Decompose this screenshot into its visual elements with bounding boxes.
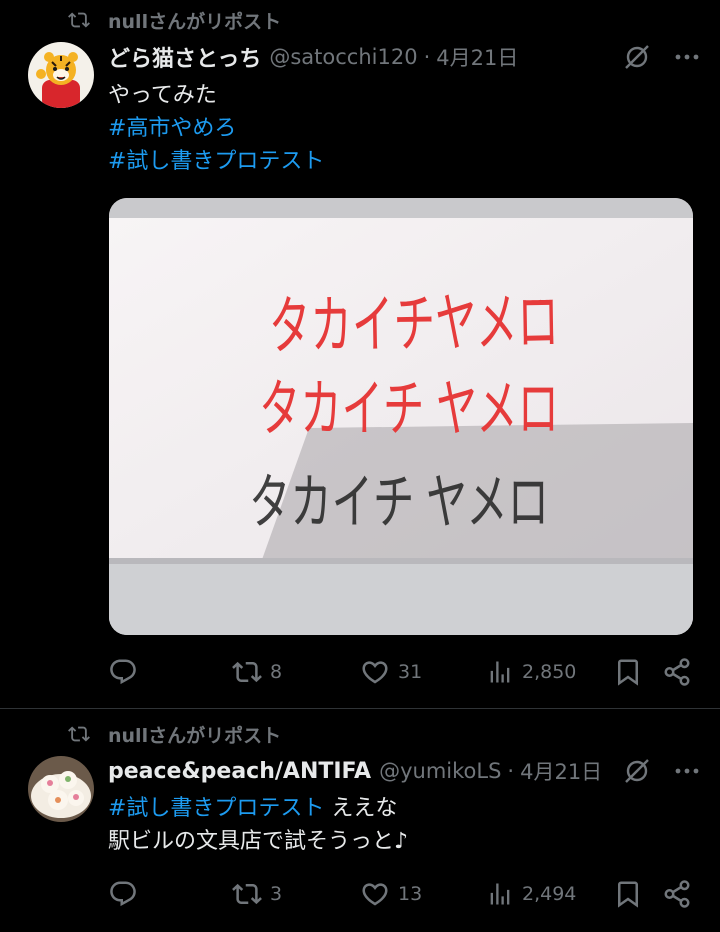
more-options-icon[interactable]	[674, 758, 700, 784]
repost-icon	[68, 12, 90, 28]
bookmark-button[interactable]	[613, 654, 643, 690]
grok-icon[interactable]	[622, 42, 652, 72]
handwriting-line-2: タカイチ ヤメロ	[259, 375, 559, 444]
reply-button[interactable]	[108, 876, 146, 912]
views-button[interactable]: 2,850	[486, 654, 576, 690]
reply-button[interactable]	[108, 654, 146, 690]
author-name[interactable]: どら猫さとっち	[108, 41, 261, 73]
post-2[interactable]: nullさんがリポスト peace&peach/ANTIFA @yumikoLS…	[0, 710, 720, 932]
author-handle[interactable]: @yumikoLS	[379, 759, 501, 783]
reply-icon	[110, 881, 136, 907]
repost-icon	[232, 661, 262, 683]
post-text: #試し書きプロテスト ええな 駅ビルの文具店で試そうっと♪	[108, 792, 408, 858]
post-header: peace&peach/ANTIFA @yumikoLS · 4月21日	[108, 756, 700, 786]
action-bar: 3 13 2,494	[108, 876, 696, 912]
heart-icon	[362, 661, 388, 684]
handwriting-line-1: タカイチヤメロ	[268, 285, 559, 362]
views-button[interactable]: 2,494	[486, 876, 576, 912]
avatar[interactable]	[28, 756, 94, 822]
share-button[interactable]	[662, 876, 692, 912]
post-date[interactable]: 4月21日	[436, 42, 518, 72]
separator: ·	[507, 759, 515, 783]
author-handle[interactable]: @satocchi120	[269, 45, 417, 69]
post-text-line: やってみた	[108, 83, 217, 108]
share-icon	[664, 880, 690, 908]
like-count: 31	[398, 661, 423, 683]
hashtag-link[interactable]: #試し書きプロテスト	[108, 796, 324, 821]
hashtag-link[interactable]: #高市やめろ	[108, 112, 324, 145]
bookmark-icon	[618, 881, 638, 908]
bookmark-button[interactable]	[613, 876, 643, 912]
like-button[interactable]: 31	[360, 654, 422, 690]
avatar[interactable]	[28, 42, 94, 108]
repost-button[interactable]: 8	[232, 654, 282, 690]
post-date[interactable]: 4月21日	[520, 756, 602, 786]
repost-icon	[232, 883, 262, 905]
reply-icon	[110, 659, 136, 685]
hashtag-link[interactable]: #試し書きプロテスト	[108, 145, 324, 178]
more-options-icon[interactable]	[674, 44, 700, 70]
like-count: 13	[398, 883, 423, 905]
repost-count: 8	[270, 661, 283, 683]
grok-icon[interactable]	[622, 756, 652, 786]
post-image[interactable]: タカイチヤメロ タカイチ ヤメロ タカイチ ヤメロ	[109, 198, 693, 635]
avatar-tiger-image	[28, 42, 94, 108]
repost-icon	[68, 726, 90, 742]
avatar-sweets-image	[28, 756, 94, 822]
handwriting-line-3: タカイチ ヤメロ	[249, 469, 549, 536]
views-icon	[490, 883, 510, 905]
repost-indicator: nullさんがリポスト	[68, 720, 281, 748]
post-text-line: 駅ビルの文具店で試そうっと♪	[108, 829, 409, 854]
share-button[interactable]	[662, 654, 692, 690]
share-icon	[664, 658, 690, 686]
post-text-line: ええな	[324, 796, 398, 821]
views-icon	[490, 661, 510, 683]
post-text: やってみた #高市やめろ #試し書きプロテスト	[108, 79, 324, 178]
view-count: 2,494	[522, 883, 577, 905]
repost-label[interactable]: nullさんがリポスト	[108, 721, 281, 748]
repost-indicator: nullさんがリポスト	[68, 6, 281, 34]
action-bar: 8 31 2,850	[108, 654, 696, 690]
separator: ·	[423, 45, 431, 69]
post-header: どら猫さとっち @satocchi120 · 4月21日	[108, 42, 700, 72]
author-name[interactable]: peace&peach/ANTIFA	[108, 759, 371, 784]
handwriting-photo: タカイチヤメロ タカイチ ヤメロ タカイチ ヤメロ	[109, 198, 693, 635]
repost-count: 3	[270, 883, 283, 905]
heart-icon	[362, 883, 388, 906]
repost-button[interactable]: 3	[232, 876, 282, 912]
repost-label[interactable]: nullさんがリポスト	[108, 7, 281, 34]
post-divider	[0, 708, 720, 709]
like-button[interactable]: 13	[360, 876, 422, 912]
view-count: 2,850	[522, 661, 577, 683]
post-1[interactable]: nullさんがリポスト どら猫さとっち @satocchi120 · 4月21日	[0, 0, 720, 708]
bookmark-icon	[618, 659, 638, 686]
